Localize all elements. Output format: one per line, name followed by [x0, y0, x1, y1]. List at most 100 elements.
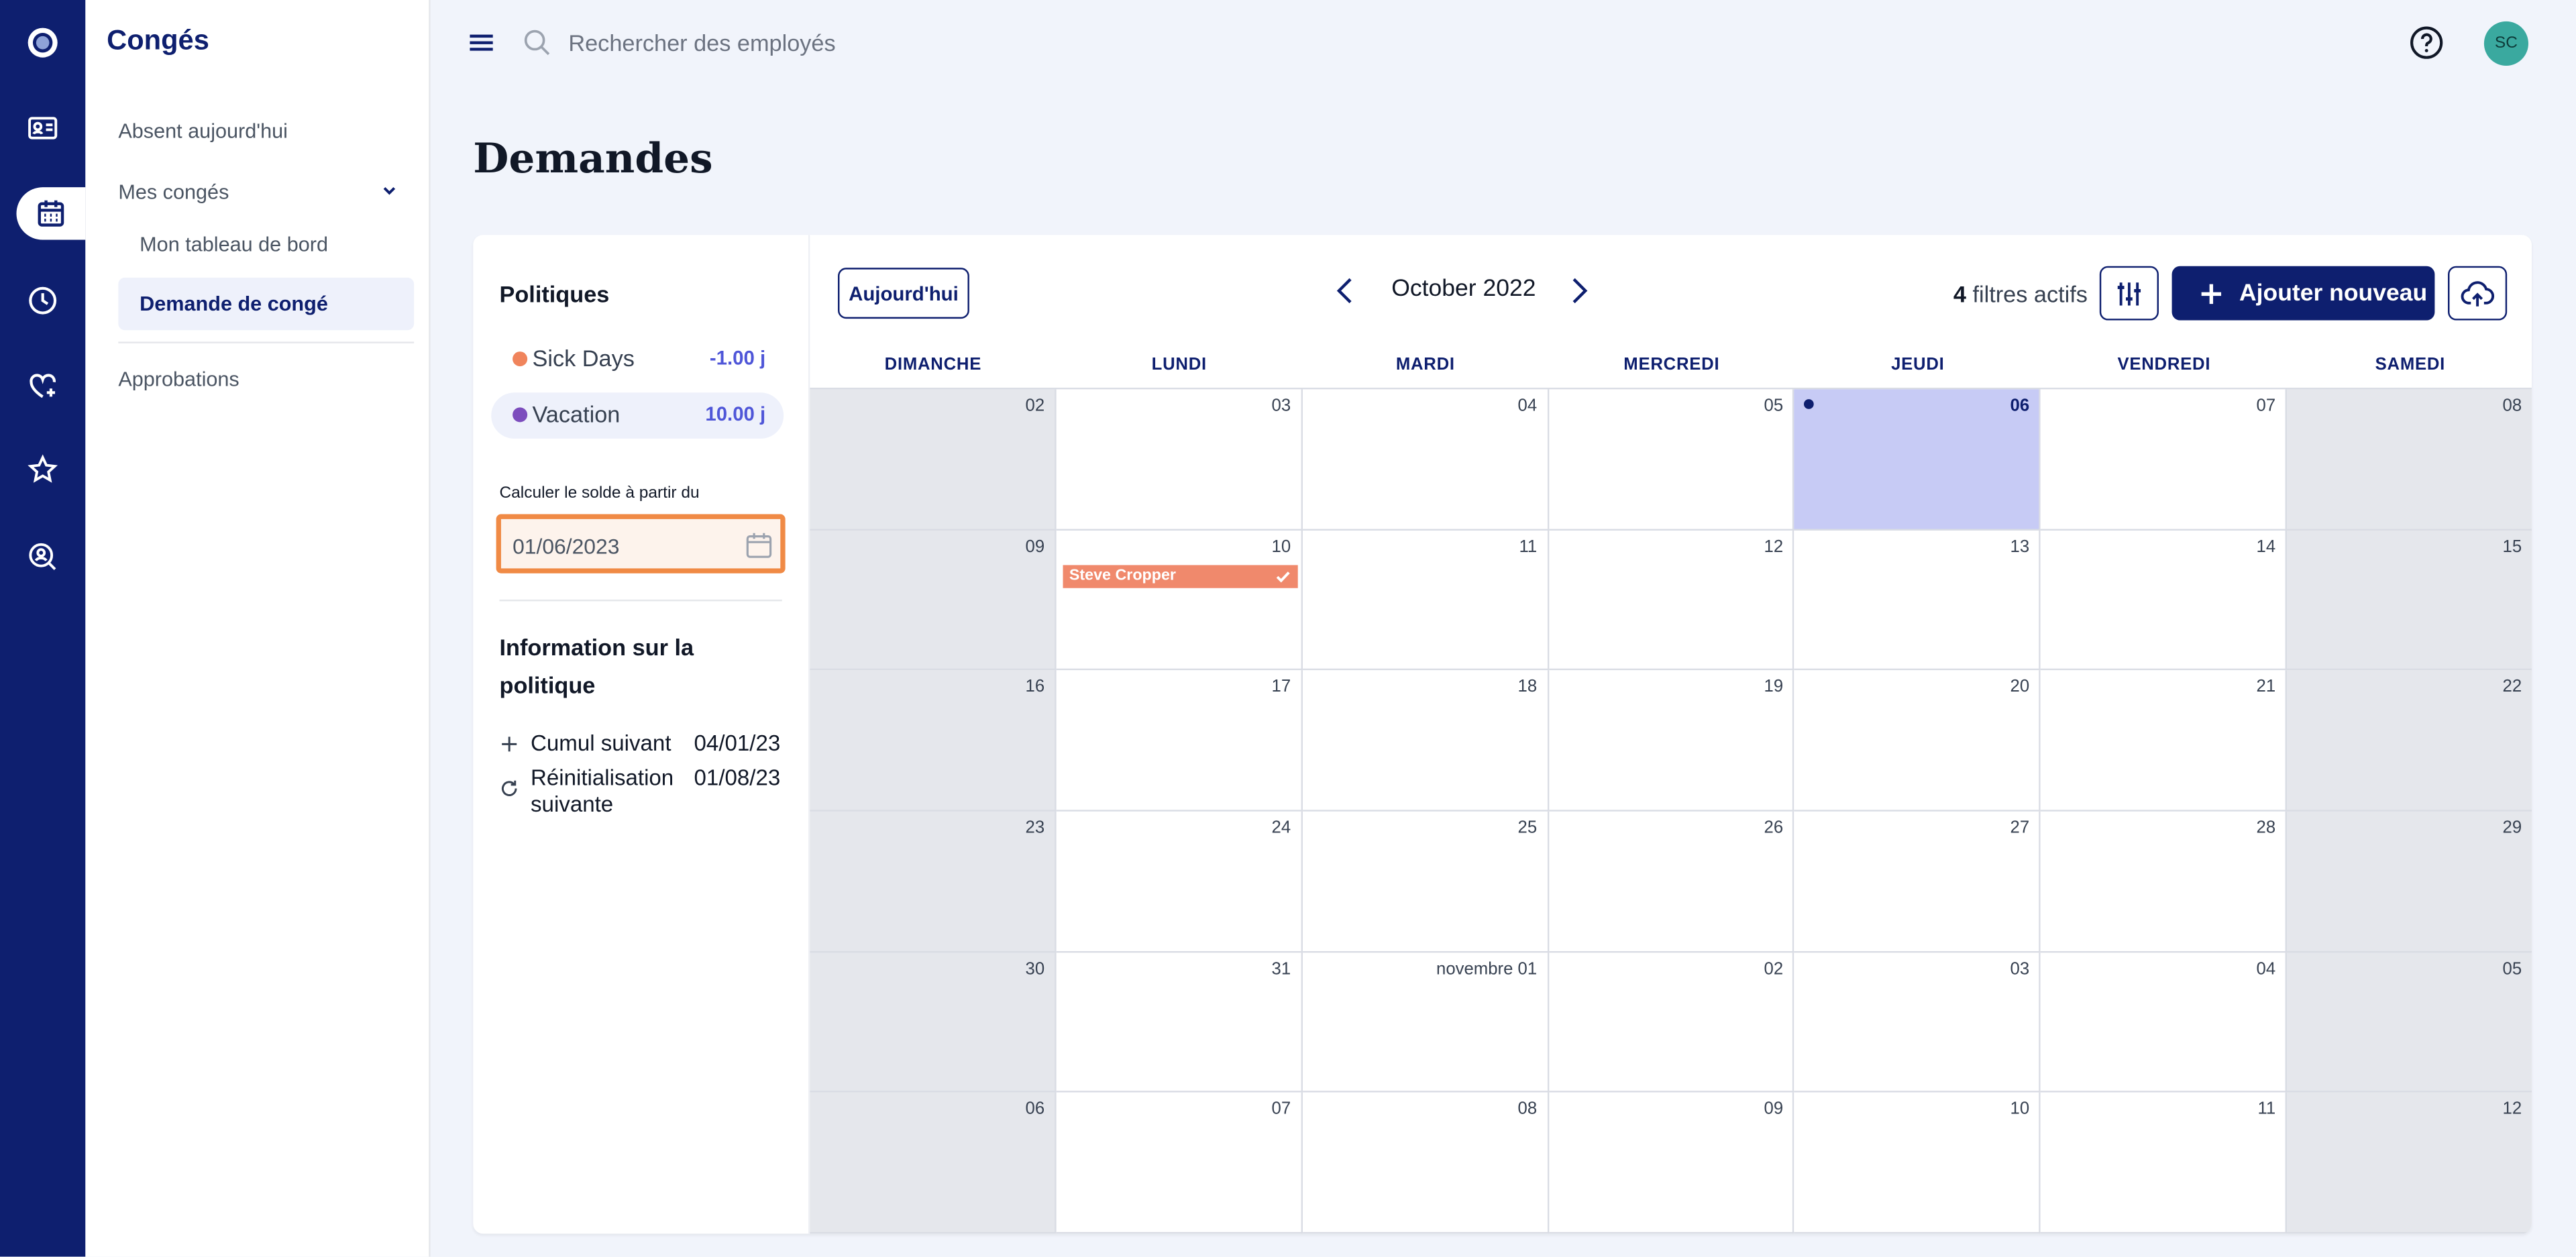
- chevron-down-icon[interactable]: [381, 182, 397, 199]
- calendar-day[interactable]: 08: [2287, 389, 2532, 531]
- calendar-day[interactable]: 02: [810, 389, 1057, 531]
- day-number: 14: [2256, 536, 2276, 557]
- day-number: 07: [1271, 1099, 1291, 1119]
- calendar-day[interactable]: 18: [1302, 670, 1549, 812]
- calendar-day[interactable]: novembre 01: [1302, 952, 1549, 1093]
- calendar-day[interactable]: 03: [1794, 952, 2041, 1093]
- leave-event[interactable]: Steve Cropper: [1063, 564, 1298, 588]
- add-new-button[interactable]: Ajouter nouveau: [2171, 266, 2435, 321]
- chevron-right-icon[interactable]: [1562, 273, 1595, 309]
- policy-color-dot: [513, 351, 528, 367]
- weekday-header: DIMANCHE LUNDI MARDI MERCREDI JEUDI VENDREDI S…: [810, 350, 2532, 390]
- calendar-day[interactable]: 31: [1056, 952, 1303, 1093]
- search-person-icon[interactable]: [0, 527, 85, 586]
- policy-item-vacation[interactable]: Vacation 10.00 j: [491, 392, 784, 439]
- today-button[interactable]: Aujourd'hui: [837, 268, 969, 319]
- calendar-day[interactable]: 06: [810, 1093, 1057, 1234]
- calendar-day[interactable]: 27: [1794, 811, 2041, 952]
- calendar-day[interactable]: 22: [2287, 670, 2532, 812]
- calendar-day[interactable]: 28: [2041, 811, 2288, 952]
- calendar-day[interactable]: 10: [1794, 1093, 2041, 1234]
- calendar-day[interactable]: 02: [1548, 952, 1795, 1093]
- calendar-icon[interactable]: [16, 187, 86, 240]
- calendar-picker-icon[interactable]: [744, 531, 773, 560]
- day-number: novembre 01: [1436, 959, 1538, 979]
- clock-icon[interactable]: [0, 271, 85, 330]
- calendar-day[interactable]: 09: [810, 530, 1057, 671]
- id-card-icon[interactable]: [0, 99, 85, 158]
- chevron-left-icon[interactable]: [1329, 273, 1362, 309]
- calendar-day[interactable]: 10 Steve Cropper: [1056, 530, 1303, 671]
- calendar-day[interactable]: 13: [1794, 530, 2041, 671]
- calendar-day[interactable]: 30: [810, 952, 1057, 1093]
- calendar-day[interactable]: 05: [2287, 952, 2532, 1093]
- search-icon: [524, 30, 550, 56]
- day-number: 11: [2257, 1099, 2276, 1119]
- calendar-day[interactable]: 09: [1548, 1093, 1795, 1234]
- sidebar-item-dashboard[interactable]: Mon tableau de bord: [140, 233, 328, 256]
- calendar-day[interactable]: 08: [1302, 1093, 1549, 1234]
- calendar-day[interactable]: 11: [2041, 1093, 2288, 1234]
- upload-button[interactable]: [2448, 266, 2508, 321]
- policy-balance: -1.00 j: [709, 346, 766, 370]
- calendar-day[interactable]: 12: [1548, 530, 1795, 671]
- calendar-day[interactable]: 03: [1056, 389, 1303, 531]
- calendar-day[interactable]: 05: [1548, 389, 1795, 531]
- policy-item-sick-days[interactable]: Sick Days -1.00 j: [491, 337, 784, 383]
- calendar-day[interactable]: 21: [2041, 670, 2288, 812]
- logo-icon[interactable]: [0, 13, 85, 72]
- sidebar-item-absent-today[interactable]: Absent aujourd'hui: [118, 120, 288, 143]
- sidebar-item-my-leave[interactable]: Mes congés: [118, 180, 229, 203]
- calendar-day[interactable]: 19: [1548, 670, 1795, 812]
- calendar: Aujourd'hui October 2022 4 filtres actif…: [808, 235, 2532, 1234]
- module-sidebar: Congés Absent aujourd'hui Mes congés Mon…: [85, 0, 431, 1257]
- star-icon[interactable]: [0, 440, 85, 499]
- calendar-day[interactable]: 29: [2287, 811, 2532, 952]
- calendar-day[interactable]: 04: [1302, 389, 1549, 531]
- user-avatar[interactable]: SC: [2483, 21, 2529, 66]
- active-filters-label: filtres actifs: [1972, 280, 2088, 307]
- day-number: 03: [2010, 959, 2030, 979]
- requests-card: Politiques Sick Days -1.00 j Vacation 10…: [473, 235, 2532, 1234]
- menu-icon[interactable]: [467, 30, 496, 56]
- calendar-day[interactable]: 24: [1056, 811, 1303, 952]
- calendar-day[interactable]: 12: [2287, 1093, 2532, 1234]
- filter-button[interactable]: [2099, 266, 2159, 321]
- employee-search-input[interactable]: [568, 23, 1226, 63]
- calendar-day[interactable]: 16: [810, 670, 1057, 812]
- sidebar-item-leave-request[interactable]: Demande de congé: [118, 277, 415, 331]
- day-number: 02: [1764, 959, 1784, 979]
- day-number: 24: [1271, 818, 1291, 838]
- calendar-day[interactable]: 04: [2041, 952, 2288, 1093]
- heart-plus-icon[interactable]: [0, 356, 85, 415]
- calc-date-input[interactable]: [513, 531, 727, 561]
- panel-divider: [499, 599, 782, 602]
- policy-info-title: Information sur la politique: [499, 634, 694, 698]
- page-title: Demandes: [473, 134, 713, 182]
- calendar-day[interactable]: 15: [2287, 530, 2532, 671]
- month-label: October 2022: [1391, 276, 1536, 303]
- day-number: 07: [2256, 396, 2276, 416]
- next-reset-value: 01/08/23: [694, 765, 781, 790]
- calendar-day-today[interactable]: 06: [1794, 389, 2041, 531]
- calendar-day[interactable]: 11: [1302, 530, 1549, 671]
- day-number: 09: [1025, 536, 1045, 557]
- calendar-day[interactable]: 25: [1302, 811, 1549, 952]
- app-root: Congés Absent aujourd'hui Mes congés Mon…: [0, 0, 2576, 1257]
- calendar-day[interactable]: 26: [1548, 811, 1795, 952]
- calendar-day[interactable]: 07: [2041, 389, 2288, 531]
- today-indicator: [1805, 399, 1815, 409]
- calendar-day[interactable]: 20: [1794, 670, 2041, 812]
- calendar-day[interactable]: 17: [1056, 670, 1303, 812]
- leave-event-label: Steve Cropper: [1069, 566, 1176, 585]
- calendar-day[interactable]: 07: [1056, 1093, 1303, 1234]
- calc-date-field[interactable]: [496, 514, 786, 573]
- weekday-label: JEUDI: [1891, 354, 1945, 375]
- help-icon[interactable]: [2408, 25, 2445, 61]
- calendar-day[interactable]: 23: [810, 811, 1057, 952]
- calendar-day[interactable]: 14: [2041, 530, 2288, 671]
- day-number: 10: [2010, 1099, 2030, 1119]
- sidebar-item-approvals[interactable]: Approbations: [118, 368, 239, 391]
- day-number: 04: [1517, 396, 1538, 416]
- day-number: 28: [2256, 818, 2276, 838]
